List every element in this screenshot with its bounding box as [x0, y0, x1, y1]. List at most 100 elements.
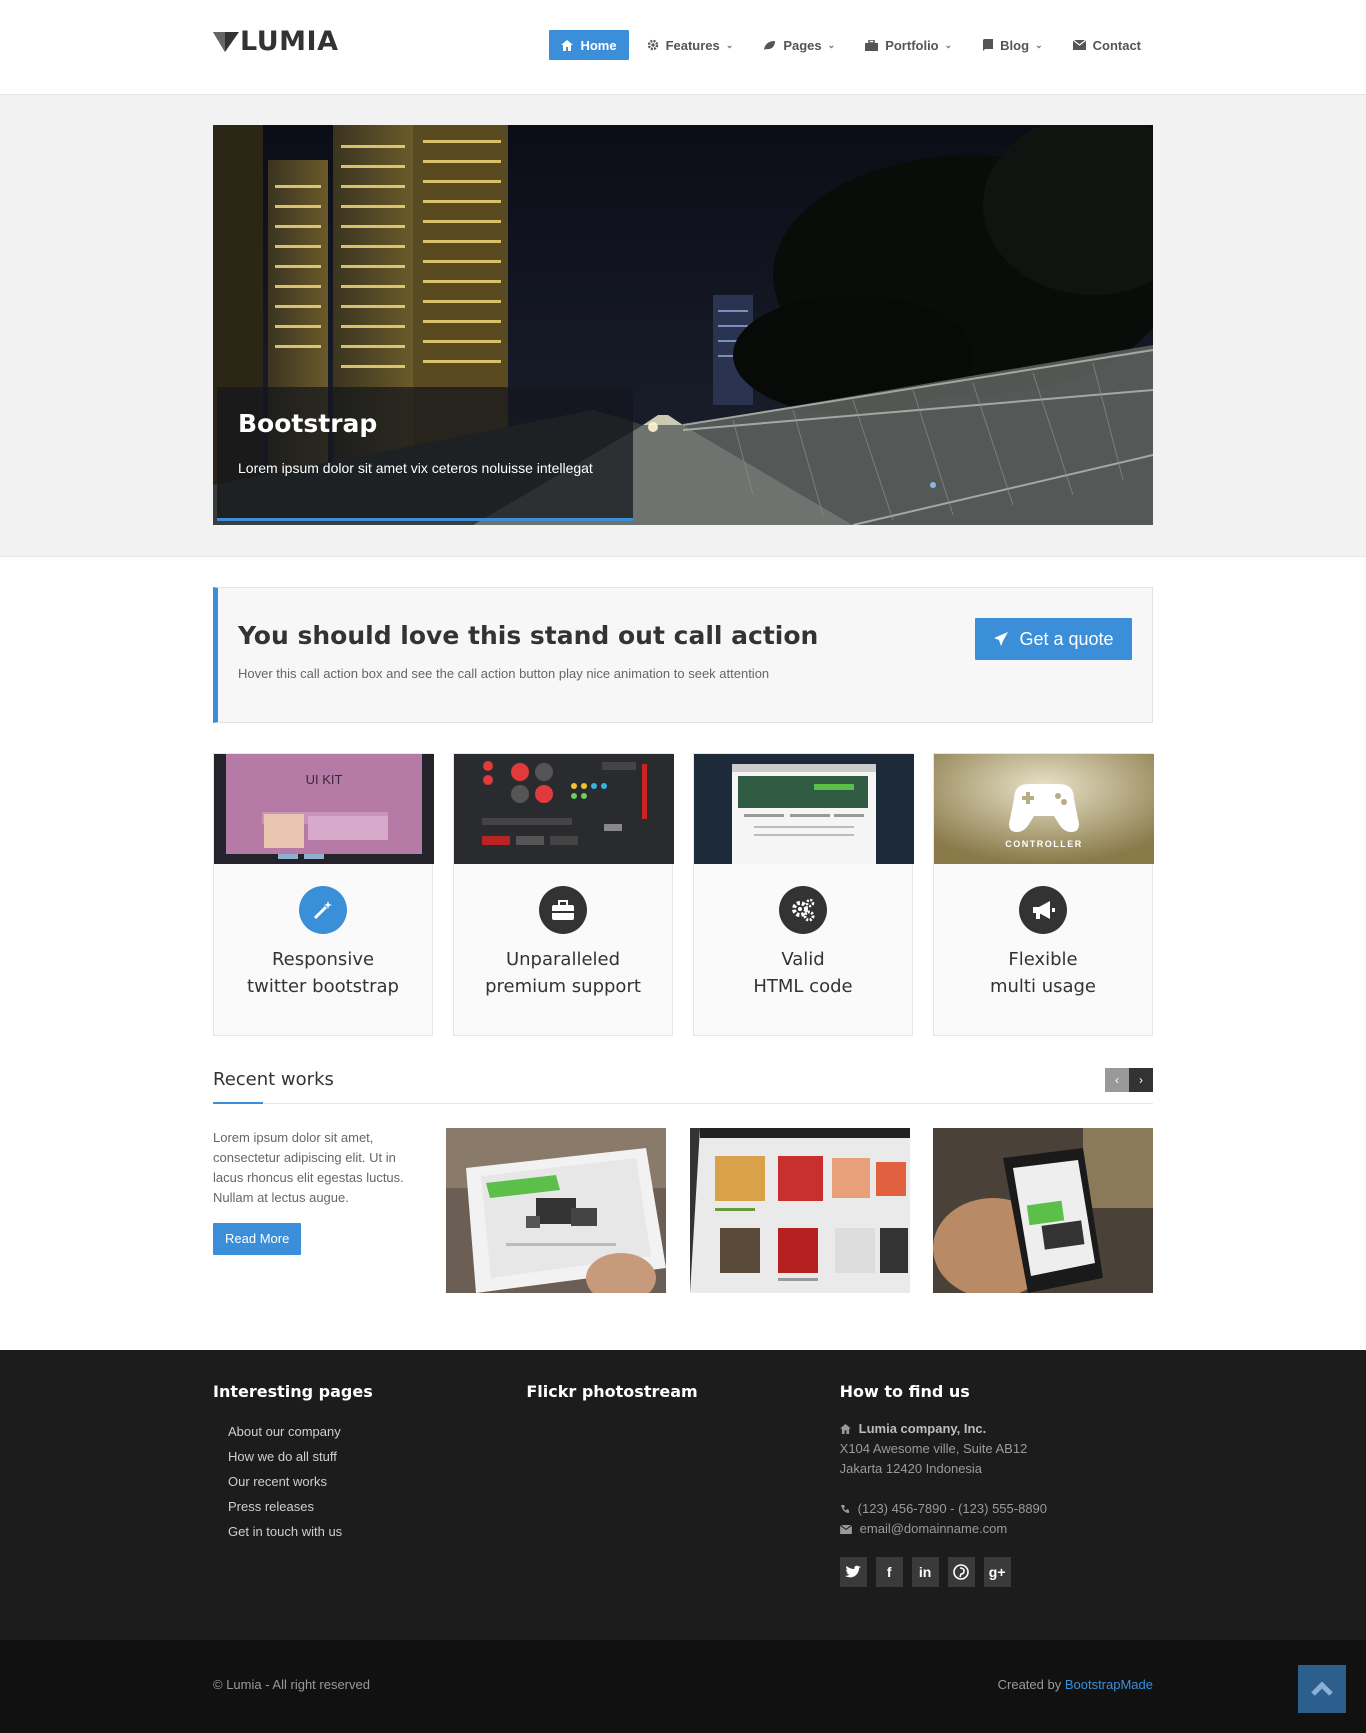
feature-title-line1: Valid	[781, 949, 825, 970]
footer-flickr-title: Flickr photostream	[526, 1382, 698, 1401]
email-text[interactable]: email@domainname.com	[860, 1519, 1008, 1539]
nav-home[interactable]: Home	[549, 30, 629, 60]
logo-mark-icon	[213, 31, 239, 52]
sub-footer: © Lumia - All right reserved Created by …	[0, 1640, 1366, 1733]
nav-pages[interactable]: Pages ⌄	[751, 30, 847, 60]
feature-title-line2: multi usage	[989, 976, 1097, 997]
feature-icon-circle	[779, 886, 827, 934]
cta-subtitle: Hover this call action box and see the c…	[238, 666, 770, 681]
footer-link[interactable]: About our company	[213, 1419, 526, 1444]
carousel-controls: ‹ ›	[1105, 1068, 1153, 1092]
nav-features[interactable]: Features ⌄	[635, 30, 746, 60]
footer-link[interactable]: Get in touch with us	[213, 1519, 526, 1544]
slide-caption: Bootstrap Lorem ipsum dolor sit amet vix…	[217, 387, 633, 521]
title-underline	[213, 1102, 263, 1104]
envelope-icon	[1072, 40, 1086, 50]
leaf-icon	[764, 40, 776, 50]
nav-blog[interactable]: Blog ⌄	[970, 30, 1054, 60]
address-line-1: X104 Awesome ville, Suite AB12	[839, 1441, 1028, 1456]
site-footer: Interesting pages About our company How …	[0, 1350, 1366, 1640]
credit-text: Created by BootstrapMade	[998, 1677, 1153, 1692]
nav-contact[interactable]: Contact	[1061, 30, 1153, 60]
feature-title: Flexible multi usage	[934, 946, 1152, 1000]
home-icon	[839, 1424, 851, 1434]
nav-home-label: Home	[580, 37, 617, 53]
slider-section: Bootstrap Lorem ipsum dolor sit amet vix…	[0, 95, 1366, 557]
hero-slider[interactable]: Bootstrap Lorem ipsum dolor sit amet vix…	[213, 125, 1153, 525]
briefcase-icon	[552, 900, 574, 920]
portfolio-item-phone[interactable]	[932, 1128, 1153, 1293]
features-row: UI KIT Responsive twitter bootstrap Unpa…	[213, 753, 1154, 1036]
recent-works-intro: Lorem ipsum dolor sit amet, consectetur …	[213, 1128, 423, 1293]
credit-prefix: Created by	[997, 1677, 1065, 1692]
bullhorn-icon	[1033, 901, 1055, 919]
feature-thumbnail	[694, 754, 914, 864]
email-line: email@domainname.com	[839, 1519, 1153, 1539]
chevron-down-icon: ⌄	[944, 39, 953, 50]
cogs-icon	[792, 898, 815, 922]
portfolio-item-tablet[interactable]	[446, 1128, 667, 1293]
footer-links-column: Interesting pages About our company How …	[213, 1382, 526, 1587]
footer-link[interactable]: How we do all stuff	[213, 1444, 526, 1469]
feature-icon-circle	[299, 886, 347, 934]
nav-portfolio[interactable]: Portfolio ⌄	[853, 30, 964, 60]
feature-title-line2: HTML code	[753, 976, 853, 997]
feature-icon-circle	[539, 886, 587, 934]
gear-icon	[647, 39, 658, 51]
slide-title: Bootstrap	[238, 409, 378, 438]
ui-kit-text: UI KIT	[306, 772, 343, 787]
feature-card[interactable]: CONTROLLER Flexible multi usage	[933, 753, 1154, 1036]
chevron-down-icon: ⌄	[1035, 39, 1043, 50]
feature-title-line2: premium support	[485, 976, 641, 997]
nav-portfolio-label: Portfolio	[885, 37, 939, 53]
feature-title: Valid HTML code	[694, 946, 912, 1000]
get-quote-label: Get a quote	[1019, 628, 1114, 649]
feature-icon-circle	[1019, 886, 1067, 934]
logo-text: LUMIA	[240, 26, 339, 57]
feature-card[interactable]: Unparalleled premium support	[453, 753, 674, 1036]
nav-features-label: Features	[665, 37, 720, 53]
phone-line: (123) 456-7890 - (123) 555-8890	[840, 1499, 1153, 1519]
feature-title-line1: Flexible	[1008, 949, 1078, 970]
social-links: f in g+	[839, 1557, 1153, 1587]
portfolio-item-gallery[interactable]	[689, 1128, 910, 1293]
main-nav: Home Features ⌄ Pages ⌄ Portfolio ⌄ Blog…	[543, 30, 1153, 60]
chevron-up-icon	[1311, 1681, 1333, 1696]
get-quote-button[interactable]: Get a quote	[975, 618, 1132, 660]
pinterest-icon[interactable]	[947, 1557, 975, 1587]
logo[interactable]: LUMIA	[213, 26, 338, 57]
google-plus-icon[interactable]: g+	[983, 1557, 1011, 1587]
briefcase-icon	[865, 39, 879, 51]
feature-thumbnail: UI KIT	[214, 754, 434, 864]
recent-works-title: Recent works	[213, 1069, 334, 1090]
feature-card[interactable]: Valid HTML code	[693, 753, 914, 1036]
envelope-icon	[839, 1524, 852, 1534]
home-icon	[561, 39, 574, 51]
site-header: LUMIA Home Features ⌄ Pages ⌄ Portfolio …	[0, 0, 1366, 95]
recent-works-header: Recent works ‹ ›	[213, 1068, 1153, 1104]
feature-title: Responsive twitter bootstrap	[214, 946, 432, 1000]
credit-link[interactable]: BootstrapMade	[1065, 1677, 1153, 1692]
call-action-box: You should love this stand out call acti…	[213, 587, 1153, 723]
feature-title-line1: Unparalleled	[505, 949, 621, 970]
footer-links-title: Interesting pages	[213, 1382, 373, 1401]
recent-works-description: Lorem ipsum dolor sit amet, consectetur …	[213, 1130, 404, 1205]
linkedin-icon[interactable]: in	[911, 1557, 939, 1587]
read-more-button[interactable]: Read More	[213, 1223, 302, 1255]
facebook-icon[interactable]: f	[875, 1557, 903, 1587]
footer-link[interactable]: Press releases	[213, 1494, 526, 1519]
carousel-prev-button[interactable]: ‹	[1105, 1068, 1129, 1092]
carousel-next-button[interactable]: ›	[1129, 1068, 1153, 1092]
slide-text: Lorem ipsum dolor sit amet vix ceteros n…	[238, 460, 593, 476]
company-name: Lumia company, Inc.	[839, 1419, 1153, 1439]
footer-link[interactable]: Our recent works	[213, 1469, 526, 1494]
scroll-to-top-button[interactable]	[1298, 1665, 1346, 1713]
twitter-icon[interactable]	[839, 1557, 867, 1587]
controller-text: CONTROLLER	[1005, 839, 1083, 849]
phone-text: (123) 456-7890 - (123) 555-8890	[857, 1501, 1048, 1516]
phone-icon	[840, 1505, 849, 1513]
plane-icon	[994, 632, 1009, 646]
nav-pages-label: Pages	[783, 37, 822, 53]
feature-title-line1: Responsive	[271, 949, 375, 970]
feature-card[interactable]: UI KIT Responsive twitter bootstrap	[213, 753, 434, 1036]
